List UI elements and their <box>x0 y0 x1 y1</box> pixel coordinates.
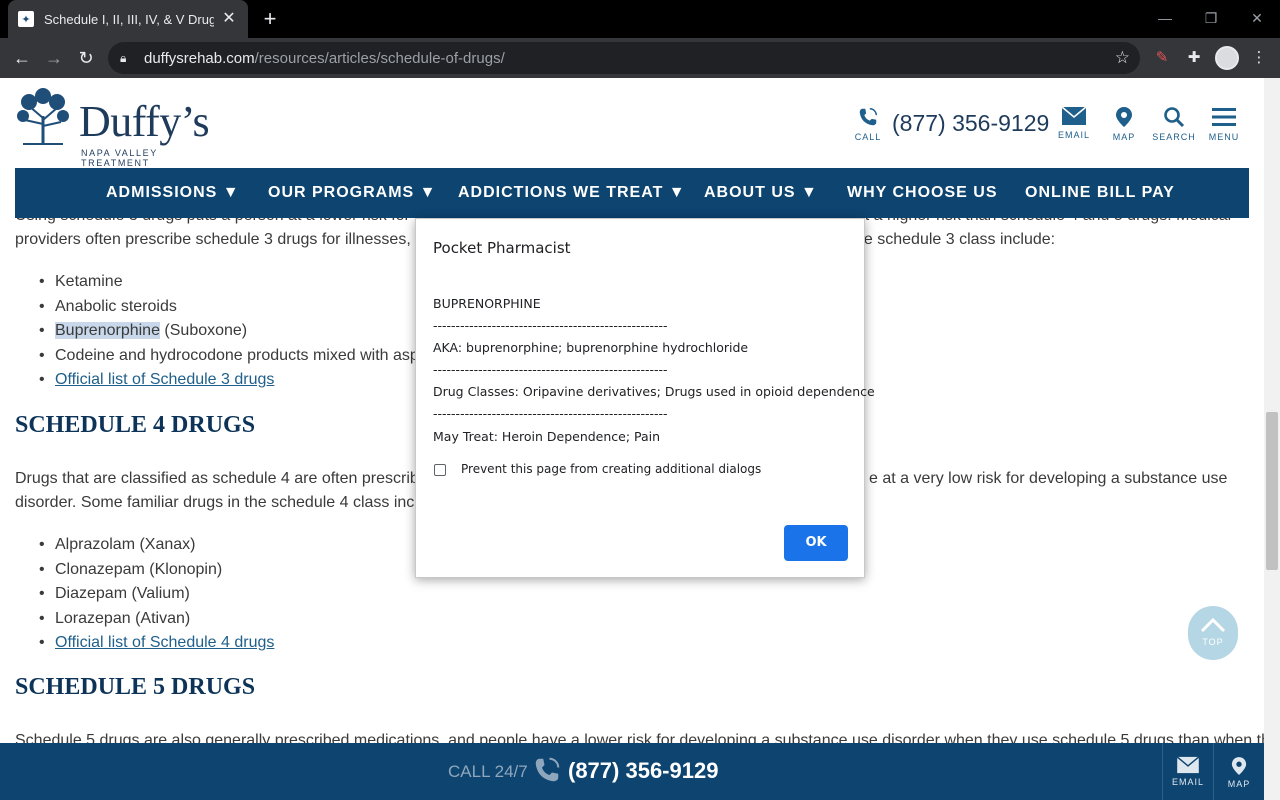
back-arrow-icon[interactable]: ← <box>10 46 34 70</box>
address-bar[interactable]: 🔒︎ duffysrehab.com/resources/articles/sc… <box>108 42 1140 74</box>
call-24-7-label: CALL 24/7 <box>448 762 528 781</box>
restore-icon[interactable]: ❐ <box>1188 6 1234 30</box>
url-host: duffysrehab.com <box>144 49 255 67</box>
bottom-phone-number[interactable]: (877) 356-9129 <box>568 758 718 784</box>
map-pin-icon <box>1116 107 1132 127</box>
list-item-text: (Suboxone) <box>159 322 248 339</box>
nav-online-bill-pay[interactable]: ONLINE BILL PAY <box>1025 184 1175 202</box>
call-label: CALL <box>854 132 882 142</box>
brand-tagline: NAPA VALLEY TREATMENT <box>81 148 158 168</box>
header-email-button[interactable]: EMAIL <box>1052 106 1096 140</box>
nav-admissions[interactable]: ADMISSIONS ▼ <box>106 184 240 202</box>
list-item: Anabolic steroids <box>39 295 422 320</box>
hamburger-menu-icon <box>1212 108 1236 126</box>
tree-logo-icon <box>17 88 69 145</box>
schedule-4-heading: SCHEDULE 4 DRUGS <box>15 412 256 438</box>
browser-tab[interactable]: ✦ Schedule I, II, III, IV, & V Drugs | D… <box>8 0 248 38</box>
schedule-3-official-link[interactable]: Official list of Schedule 3 drugs <box>55 371 274 388</box>
paragraph-text: providers often prescribe schedule 3 dru… <box>15 231 428 248</box>
list-item: Ketamine <box>39 270 422 295</box>
main-navigation: ADMISSIONS ▼ OUR PROGRAMS ▼ ADDICTIONS W… <box>15 168 1249 218</box>
dialog-drug-classes: Drug Classes: Oripavine derivatives; Dru… <box>433 384 875 399</box>
dialog-separator: ----------------------------------------… <box>433 406 668 421</box>
list-item: Lorazepan (Ativan) <box>39 607 274 632</box>
dialog-may-treat: May Treat: Heroin Dependence; Pain <box>433 429 661 444</box>
back-to-top-button[interactable]: TOP <box>1188 606 1238 660</box>
browser-menu-icon[interactable]: ⋮ <box>1248 47 1270 69</box>
nav-why-choose-us[interactable]: WHY CHOOSE US <box>847 184 998 202</box>
schedule-3-list: Ketamine Anabolic steroids Buprenorphine… <box>39 270 422 393</box>
highlighted-selection[interactable]: Buprenorphine <box>55 322 160 339</box>
nav-our-programs[interactable]: OUR PROGRAMS ▼ <box>268 184 437 202</box>
new-tab-button[interactable]: + <box>258 7 282 31</box>
bottom-map-button[interactable]: MAP <box>1213 743 1264 800</box>
envelope-icon <box>1176 756 1200 774</box>
search-icon <box>1164 107 1185 128</box>
schedule-4-list: Alprazolam (Xanax) Clonazepam (Klonopin)… <box>39 533 274 656</box>
chevron-up-icon <box>1200 617 1226 633</box>
header-map-button[interactable]: MAP <box>1102 106 1146 142</box>
phone-icon <box>535 757 560 782</box>
header-call-button[interactable]: CALL <box>846 106 890 142</box>
list-item: Codeine and hydrocodone products mixed w… <box>39 344 422 369</box>
list-item: Official list of Schedule 3 drugs <box>39 368 422 393</box>
list-item: Clonazepam (Klonopin) <box>39 558 274 583</box>
page-scrollbar-thumb[interactable] <box>1266 412 1278 570</box>
profile-avatar[interactable] <box>1215 46 1239 70</box>
paragraph-text: e at a very low risk for developing a su… <box>869 470 1228 487</box>
prevent-dialogs-checkbox[interactable] <box>434 464 446 476</box>
phone-icon <box>859 108 877 126</box>
menu-label: MENU <box>1208 132 1240 142</box>
prevent-dialogs-label[interactable]: Prevent this page from creating addition… <box>461 462 761 476</box>
dialog-title: Pocket Pharmacist <box>433 239 571 257</box>
close-window-icon[interactable]: ✕ <box>1234 6 1280 30</box>
nav-about-us[interactable]: ABOUT US ▼ <box>704 184 818 202</box>
sticky-call-bar: CALL 24/7 (877) 356-9129 EMAIL MAP <box>0 743 1264 800</box>
list-item: Buprenorphine (Suboxone) <box>39 319 422 344</box>
email-label: EMAIL <box>1057 130 1090 140</box>
dialog-separator: ----------------------------------------… <box>433 362 668 377</box>
minimize-icon[interactable]: — <box>1142 6 1188 30</box>
schedule-4-official-link[interactable]: Official list of Schedule 4 drugs <box>55 634 274 651</box>
list-item: Official list of Schedule 4 drugs <box>39 631 274 656</box>
header-menu-button[interactable]: MENU <box>1202 106 1246 142</box>
nav-addictions-we-treat[interactable]: ADDICTIONS WE TREAT ▼ <box>458 184 686 202</box>
tab-title: Schedule I, II, III, IV, & V Drugs | D <box>44 11 214 27</box>
extension-pill-icon[interactable]: ✎ <box>1151 47 1173 69</box>
header-search-button[interactable]: SEARCH <box>1152 106 1196 142</box>
dialog-aka: AKA: buprenorphine; buprenorphine hydroc… <box>433 340 749 355</box>
paragraph-text: Drugs that are classified as schedule 4 … <box>15 470 428 487</box>
top-label: TOP <box>1202 637 1224 647</box>
browser-tab-bar: ✦ Schedule I, II, III, IV, & V Drugs | D… <box>0 0 1280 38</box>
url-path: /resources/articles/schedule-of-drugs/ <box>254 49 505 67</box>
tab-close-icon[interactable]: ✕ <box>220 10 238 28</box>
envelope-icon <box>1061 106 1087 125</box>
paragraph-text: disorder. Some familiar drugs in the sch… <box>15 494 435 511</box>
extensions-puzzle-icon[interactable]: ✚ <box>1183 47 1205 69</box>
bottom-email-button[interactable]: EMAIL <box>1162 743 1213 800</box>
bookmark-star-icon[interactable]: ☆ <box>1115 48 1130 68</box>
site-favicon-icon: ✦ <box>18 11 34 27</box>
list-item: Alprazolam (Xanax) <box>39 533 274 558</box>
pocket-pharmacist-dialog: Pocket Pharmacist BUPRENORPHINE --------… <box>415 218 875 578</box>
browser-toolbar: ← → ↻ 🔒︎ duffysrehab.com/resources/artic… <box>0 38 1280 78</box>
site-header: Duffy’s NAPA VALLEY TREATMENT CALL (877)… <box>0 78 1264 168</box>
dialog-separator: ----------------------------------------… <box>433 318 668 333</box>
duffys-logo[interactable]: Duffy’s NAPA VALLEY TREATMENT <box>15 88 210 168</box>
map-label: MAP <box>1227 779 1251 789</box>
brand-name: Duffy’s <box>79 97 210 146</box>
header-phone-number[interactable]: (877) 356-9129 <box>892 110 1049 137</box>
dialog-drug-name: BUPRENORPHINE <box>433 296 541 311</box>
schedule-5-heading: SCHEDULE 5 DRUGS <box>15 674 256 700</box>
email-label: EMAIL <box>1171 777 1204 787</box>
reload-icon[interactable]: ↻ <box>74 46 98 70</box>
lock-icon: 🔒︎ <box>120 51 127 65</box>
list-item: Diazepam (Valium) <box>39 582 274 607</box>
map-label: MAP <box>1112 132 1136 142</box>
dialog-ok-button[interactable]: OK <box>784 525 848 561</box>
paragraph-text: he schedule 3 class include: <box>855 231 1056 248</box>
search-label: SEARCH <box>1152 132 1196 142</box>
map-pin-icon <box>1231 757 1247 775</box>
forward-arrow-icon[interactable]: → <box>42 46 66 70</box>
